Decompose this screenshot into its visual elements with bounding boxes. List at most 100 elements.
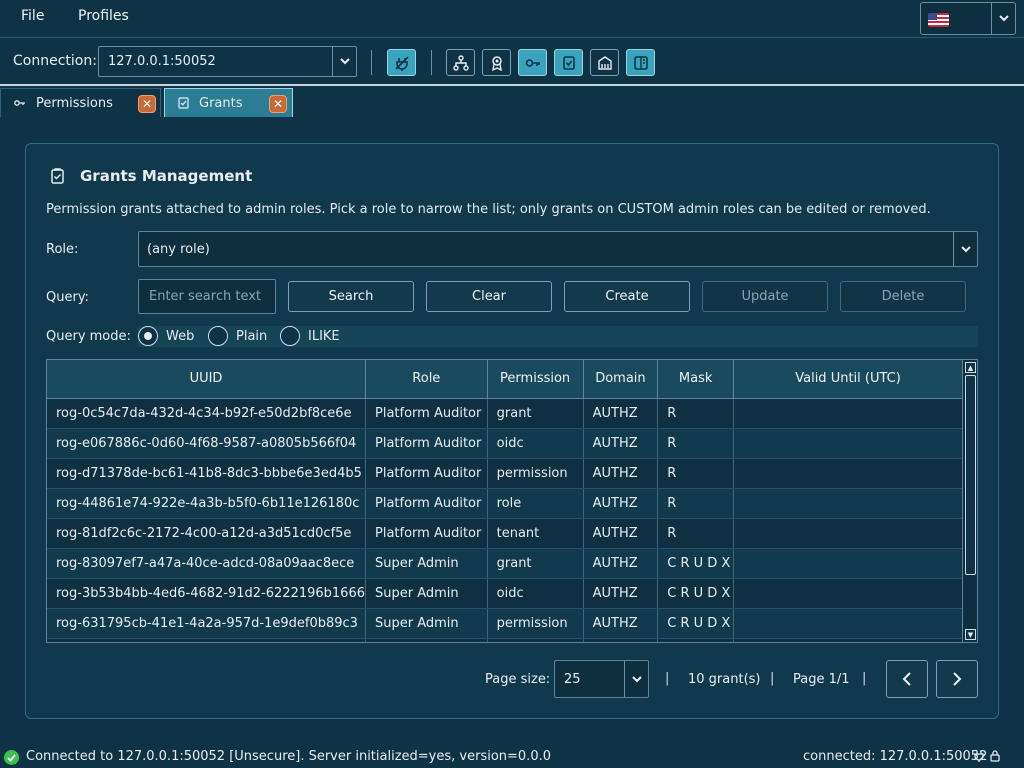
cell-role: Platform Auditor — [365, 458, 488, 489]
cell-domain: AUTHZ — [583, 428, 659, 459]
page-size-select[interactable]: 25 — [554, 660, 649, 698]
grant-check-icon — [50, 168, 65, 188]
cell-role: Platform Auditor — [365, 428, 488, 459]
menu-profiles[interactable]: Profiles — [78, 8, 129, 24]
radio-web[interactable] — [138, 326, 158, 346]
grants-table[interactable]: UUID Role Permission Domain Mask Valid U… — [46, 359, 978, 643]
grants-button[interactable] — [554, 49, 583, 76]
chevron-down-icon[interactable] — [991, 3, 1015, 34]
plug-icon — [974, 750, 984, 766]
column-header-domain[interactable]: Domain — [583, 360, 659, 399]
cell-role: Platform Auditor — [365, 398, 488, 429]
table-row[interactable]: rog-83097ef7-a47a-40ce-adcd-08a09aac8ece… — [47, 548, 963, 579]
radio-plain-label[interactable]: Plain — [236, 329, 267, 344]
permissions-button[interactable] — [518, 49, 547, 76]
cell-valid-until — [733, 548, 963, 579]
cell-role: Platform Auditor — [365, 518, 488, 549]
grant-check-icon — [562, 55, 575, 70]
badge-button[interactable] — [482, 49, 511, 76]
table-row[interactable]: rog-81df2c6c-2172-4c00-a12d-a3d51cd0cf5e… — [47, 518, 963, 549]
cell-valid-until — [733, 398, 963, 429]
cell-valid-until — [733, 488, 963, 519]
cell-permission: role — [487, 488, 584, 519]
next-page-button[interactable] — [936, 660, 978, 698]
cell-uuid: rog-e067886c-0d60-4f68-9587-a0805b566f04 — [47, 428, 366, 459]
table-scrollbar[interactable]: ▲ ▼ — [962, 360, 977, 642]
grant-count: 10 grant(s) — [688, 672, 761, 687]
cell-role: Super Admin — [365, 548, 488, 579]
table-row[interactable] — [47, 638, 963, 642]
tenants-button[interactable] — [590, 49, 619, 76]
create-button[interactable]: Create — [564, 281, 690, 312]
close-icon[interactable]: ✕ — [138, 95, 156, 113]
page-size-value: 25 — [564, 672, 581, 687]
table-row[interactable]: rog-d71378de-bc61-41b8-8dc3-bbbe6e3ed4b5… — [47, 458, 963, 489]
column-header-uuid[interactable]: UUID — [47, 360, 366, 399]
key-icon — [14, 97, 26, 112]
search-input[interactable]: Enter search text — [138, 279, 276, 314]
close-icon[interactable]: ✕ — [269, 95, 287, 113]
previous-page-button[interactable] — [886, 660, 928, 698]
cell-valid-until — [733, 638, 963, 642]
chevron-down-icon[interactable] — [624, 661, 648, 697]
cell-domain: AUTHZ — [583, 398, 659, 429]
language-selector[interactable] — [920, 2, 1016, 35]
cell-valid-until — [733, 458, 963, 489]
query-mode-label: Query mode: — [46, 329, 131, 344]
table-row[interactable]: rog-44861e74-922e-4a3b-b5f0-6b11e126180c… — [47, 488, 963, 519]
cell-mask: R — [657, 518, 735, 549]
pagination-divider: | — [665, 671, 670, 686]
table-row[interactable]: rog-3b53b4bb-4ed6-4682-91d2-6222196b1666… — [47, 578, 963, 609]
chevron-left-icon — [902, 672, 911, 686]
column-header-valid-until[interactable]: Valid Until (UTC) — [733, 360, 963, 399]
role-select[interactable]: (any role) — [138, 231, 978, 267]
search-button[interactable]: Search — [288, 281, 414, 312]
bank-icon — [597, 55, 612, 70]
pagination-divider: | — [770, 671, 775, 686]
cell-permission: oidc — [487, 578, 584, 609]
clear-button[interactable]: Clear — [426, 281, 552, 312]
scroll-thumb[interactable] — [965, 375, 976, 575]
radio-ilike[interactable] — [280, 326, 300, 346]
chevron-down-icon[interactable] — [953, 232, 977, 266]
check-circle-icon — [4, 750, 19, 765]
badge-icon — [491, 55, 502, 71]
tab-permissions[interactable]: Permissions ✕ — [0, 88, 161, 117]
table-row[interactable]: rog-e067886c-0d60-4f68-9587-a0805b566f04… — [47, 428, 963, 459]
cell-role — [365, 638, 488, 642]
connection-select[interactable]: 127.0.0.1:50052 — [98, 46, 357, 77]
connection-label: Connection: — [13, 53, 97, 69]
column-header-mask[interactable]: Mask — [657, 360, 735, 399]
scroll-down-icon[interactable]: ▼ — [965, 629, 976, 640]
cell-valid-until — [733, 428, 963, 459]
delete-button[interactable]: Delete — [840, 281, 966, 312]
column-header-role[interactable]: Role — [365, 360, 488, 399]
query-label: Query: — [46, 290, 89, 305]
scroll-up-icon[interactable]: ▲ — [965, 362, 976, 373]
update-button[interactable]: Update — [702, 281, 828, 312]
hierarchy-button[interactable] — [446, 49, 475, 76]
table-row[interactable]: rog-0c54c7da-432d-4c34-b92f-e50d2bf8ce6e… — [47, 398, 963, 429]
cell-uuid — [47, 638, 366, 642]
hierarchy-icon — [452, 54, 469, 71]
table-row[interactable]: rog-631795cb-41e1-4a2a-957d-1e9def0b89c3… — [47, 608, 963, 639]
disconnect-button[interactable] — [387, 49, 416, 76]
cell-valid-until — [733, 578, 963, 609]
tab-grants[interactable]: Grants ✕ — [164, 88, 293, 117]
menu-file[interactable]: File — [21, 8, 44, 24]
panel-description: Permission grants attached to admin role… — [46, 202, 931, 217]
chevron-right-icon — [953, 672, 962, 686]
cell-domain: AUTHZ — [583, 518, 659, 549]
book-icon — [633, 55, 648, 70]
radio-web-label[interactable]: Web — [166, 329, 194, 344]
cell-role: Platform Auditor — [365, 488, 488, 519]
radio-ilike-label[interactable]: ILIKE — [308, 329, 340, 344]
cell-mask: C R U D X — [657, 578, 735, 609]
audit-button[interactable] — [626, 49, 655, 76]
cell-mask: C R U D X — [657, 548, 735, 579]
radio-plain[interactable] — [208, 326, 228, 346]
page-size-label: Page size: — [485, 672, 551, 687]
column-header-permission[interactable]: Permission — [487, 360, 584, 399]
chevron-down-icon[interactable] — [332, 47, 356, 76]
cell-domain: AUTHZ — [583, 548, 659, 579]
